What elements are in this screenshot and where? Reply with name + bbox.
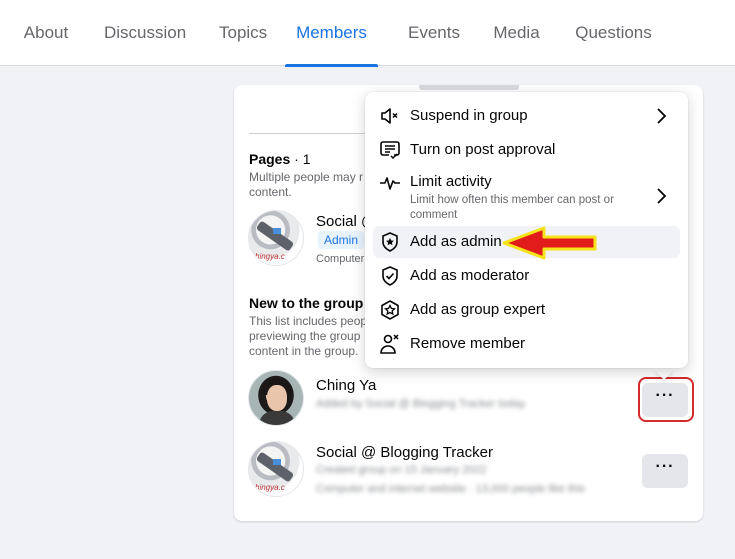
speaker-mute-icon: [381, 108, 398, 124]
member-more-button[interactable]: ···: [642, 383, 688, 417]
admin-badge: Admin: [318, 231, 365, 249]
member-name[interactable]: Ching Ya: [316, 377, 376, 394]
tab-discussion[interactable]: Discussion: [104, 0, 186, 66]
annotation-arrow-icon: [502, 226, 597, 260]
shield-star-icon: [382, 232, 398, 252]
expert-badge-icon: [381, 300, 399, 320]
activity-pulse-icon: [380, 177, 400, 190]
member-avatar[interactable]: chingya.c: [248, 441, 304, 497]
tab-about[interactable]: About: [22, 0, 70, 66]
chevron-right-icon: [657, 108, 667, 124]
page-avatar[interactable]: chingya.c: [248, 210, 304, 266]
menu-item-remove-member[interactable]: Remove member: [373, 328, 680, 360]
menu-item-add-moderator[interactable]: Add as moderator: [373, 260, 680, 292]
post-approval-icon: [380, 141, 400, 160]
member-subtext-secondary: Computer and internet website · 13,000 p…: [316, 483, 586, 495]
member-subtext: Added by Social @ Blogging Tracker today: [316, 398, 526, 410]
scroll-indicator: [419, 85, 519, 90]
tab-media[interactable]: Media: [493, 0, 540, 66]
tab-events[interactable]: Events: [408, 0, 460, 66]
member-name[interactable]: Social @ Blogging Tracker: [316, 444, 493, 461]
pages-section-title: Pages · 1: [249, 151, 311, 167]
member-avatar[interactable]: [248, 370, 304, 426]
new-section-description: This list includes peop previewing the g…: [249, 314, 368, 358]
menu-item-add-expert[interactable]: Add as group expert: [373, 294, 680, 326]
menu-item-suspend[interactable]: Suspend in group: [373, 100, 680, 132]
page-member-subtext: Computer: [316, 253, 365, 265]
tab-questions[interactable]: Questions: [575, 0, 652, 66]
new-section-title: New to the group: [249, 295, 364, 311]
group-tab-bar: About Discussion Topics Members Events M…: [0, 0, 735, 67]
member-more-button[interactable]: ···: [642, 454, 688, 488]
menu-item-limit-activity[interactable]: Limit activity Limit how often this memb…: [373, 168, 680, 222]
menu-item-post-approval[interactable]: Turn on post approval: [373, 134, 680, 166]
member-subtext: Created group on 15 January 2022: [316, 464, 487, 476]
tab-topics[interactable]: Topics: [219, 0, 267, 66]
remove-person-icon: [380, 334, 399, 354]
chevron-right-icon: [657, 188, 667, 204]
tab-members[interactable]: Members: [285, 0, 378, 67]
shield-check-icon: [382, 266, 398, 286]
